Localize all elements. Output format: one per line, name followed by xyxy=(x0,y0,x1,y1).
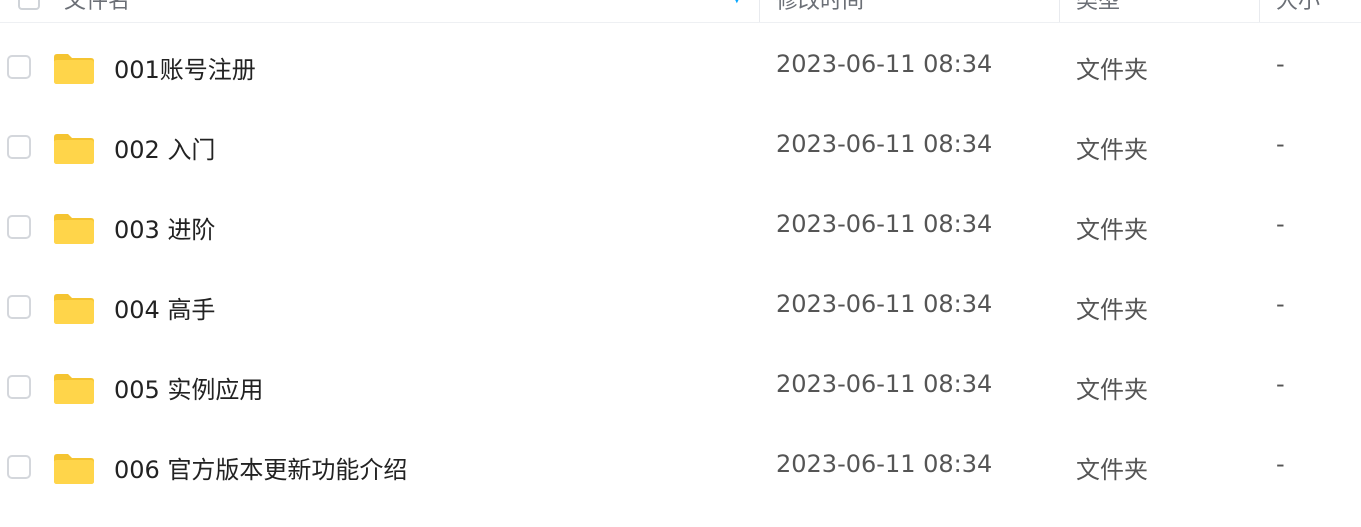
folder-icon xyxy=(54,294,94,324)
file-size: - xyxy=(1276,290,1285,318)
file-size: - xyxy=(1276,450,1285,478)
row-checkbox[interactable] xyxy=(7,375,31,399)
column-divider[interactable] xyxy=(1259,0,1260,22)
row-checkbox[interactable] xyxy=(7,135,31,159)
table-row[interactable]: 004 高手 2023-06-11 08:34 文件夹 - xyxy=(0,280,1361,360)
file-type: 文件夹 xyxy=(1076,56,1148,84)
folder-icon xyxy=(54,374,94,404)
table-row[interactable]: 002 入门 2023-06-11 08:34 文件夹 - xyxy=(0,120,1361,200)
modified-time: 2023-06-11 08:34 xyxy=(776,290,993,318)
file-size: - xyxy=(1276,210,1285,238)
folder-icon xyxy=(54,54,94,84)
folder-icon xyxy=(54,454,94,484)
file-size: - xyxy=(1276,130,1285,158)
row-checkbox[interactable] xyxy=(7,55,31,79)
file-name-link[interactable]: 001账号注册 xyxy=(114,50,256,85)
select-all-checkbox[interactable] xyxy=(18,0,40,10)
file-type: 文件夹 xyxy=(1076,456,1148,484)
file-name-link[interactable]: 003 进阶 xyxy=(114,210,215,245)
column-header-type[interactable]: 类型 xyxy=(1076,0,1120,22)
modified-time: 2023-06-11 08:34 xyxy=(776,50,993,78)
file-type: 文件夹 xyxy=(1076,216,1148,244)
file-list-table: 文件名 ▼ 修改时间 类型 大小 001账号注册 2023-06-11 08:3… xyxy=(0,0,1361,527)
column-header-size[interactable]: 大小 xyxy=(1276,0,1320,22)
row-checkbox[interactable] xyxy=(7,295,31,319)
column-header-modified[interactable]: 修改时间 xyxy=(776,0,864,22)
table-row[interactable]: 003 进阶 2023-06-11 08:34 文件夹 - xyxy=(0,200,1361,280)
file-name-link[interactable]: 004 高手 xyxy=(114,290,215,325)
row-checkbox[interactable] xyxy=(7,455,31,479)
column-header-filename[interactable]: 文件名 xyxy=(64,0,130,22)
folder-icon xyxy=(54,214,94,244)
file-type: 文件夹 xyxy=(1076,376,1148,404)
modified-time: 2023-06-11 08:34 xyxy=(776,210,993,238)
folder-icon xyxy=(54,134,94,164)
column-divider[interactable] xyxy=(1059,0,1060,22)
file-size: - xyxy=(1276,50,1285,78)
file-name-link[interactable]: 005 实例应用 xyxy=(114,370,263,405)
table-row[interactable]: 005 实例应用 2023-06-11 08:34 文件夹 - xyxy=(0,360,1361,440)
file-type: 文件夹 xyxy=(1076,296,1148,324)
sort-arrow-icon[interactable]: ▼ xyxy=(733,0,741,5)
row-checkbox[interactable] xyxy=(7,215,31,239)
file-name-link[interactable]: 002 入门 xyxy=(114,130,215,165)
modified-time: 2023-06-11 08:34 xyxy=(776,370,993,398)
table-row[interactable]: 006 官方版本更新功能介绍 2023-06-11 08:34 文件夹 - xyxy=(0,440,1361,520)
table-row[interactable]: 001账号注册 2023-06-11 08:34 文件夹 - xyxy=(0,40,1361,120)
modified-time: 2023-06-11 08:34 xyxy=(776,130,993,158)
modified-time: 2023-06-11 08:34 xyxy=(776,450,993,478)
file-size: - xyxy=(1276,370,1285,398)
table-header: 文件名 ▼ 修改时间 类型 大小 xyxy=(0,0,1361,23)
file-name-link[interactable]: 006 官方版本更新功能介绍 xyxy=(114,450,407,485)
file-type: 文件夹 xyxy=(1076,136,1148,164)
column-divider[interactable] xyxy=(759,0,760,22)
